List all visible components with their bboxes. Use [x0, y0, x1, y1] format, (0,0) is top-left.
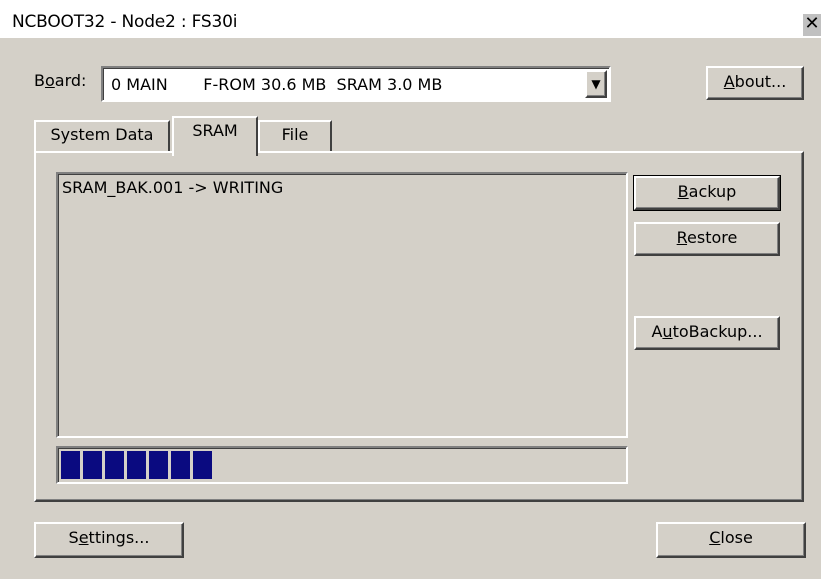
- backup-button[interactable]: Backup: [633, 175, 781, 211]
- progress-block: [83, 451, 102, 479]
- restore-button[interactable]: Restore: [634, 222, 780, 256]
- tab-system-data[interactable]: System Data: [34, 120, 170, 152]
- progress-block: [149, 451, 168, 479]
- autobackup-button[interactable]: AutoBackup...: [634, 316, 780, 350]
- ncboot-window: NCBOOT32 - Node2 : FS30i ✕ Board: 0 MAIN…: [0, 0, 821, 579]
- window-title: NCBOOT32 - Node2 : FS30i: [12, 12, 238, 32]
- progress-fill: [61, 451, 212, 479]
- board-label: Board:: [34, 71, 87, 90]
- close-icon[interactable]: ✕: [802, 13, 821, 36]
- log-output: SRAM_BAK.001 -> WRITING: [56, 172, 628, 438]
- progress-block: [61, 451, 80, 479]
- progress-block: [171, 451, 190, 479]
- about-button[interactable]: About...: [706, 66, 804, 100]
- title-bar: NCBOOT32 - Node2 : FS30i ✕: [0, 0, 821, 38]
- progress-block: [193, 451, 212, 479]
- log-text: SRAM_BAK.001 -> WRITING: [62, 178, 284, 197]
- close-button[interactable]: Close: [656, 522, 806, 558]
- tab-file[interactable]: File: [258, 120, 332, 152]
- progress-block: [127, 451, 146, 479]
- board-select[interactable]: 0 MAIN F-ROM 30.6 MB SRAM 3.0 MB ▼: [101, 66, 611, 102]
- settings-button[interactable]: Settings...: [34, 522, 184, 558]
- board-select-value: 0 MAIN F-ROM 30.6 MB SRAM 3.0 MB: [111, 75, 443, 94]
- progress-bar: [56, 446, 628, 484]
- tab-sram[interactable]: SRAM: [172, 116, 258, 156]
- progress-block: [105, 451, 124, 479]
- chevron-down-icon[interactable]: ▼: [585, 70, 607, 98]
